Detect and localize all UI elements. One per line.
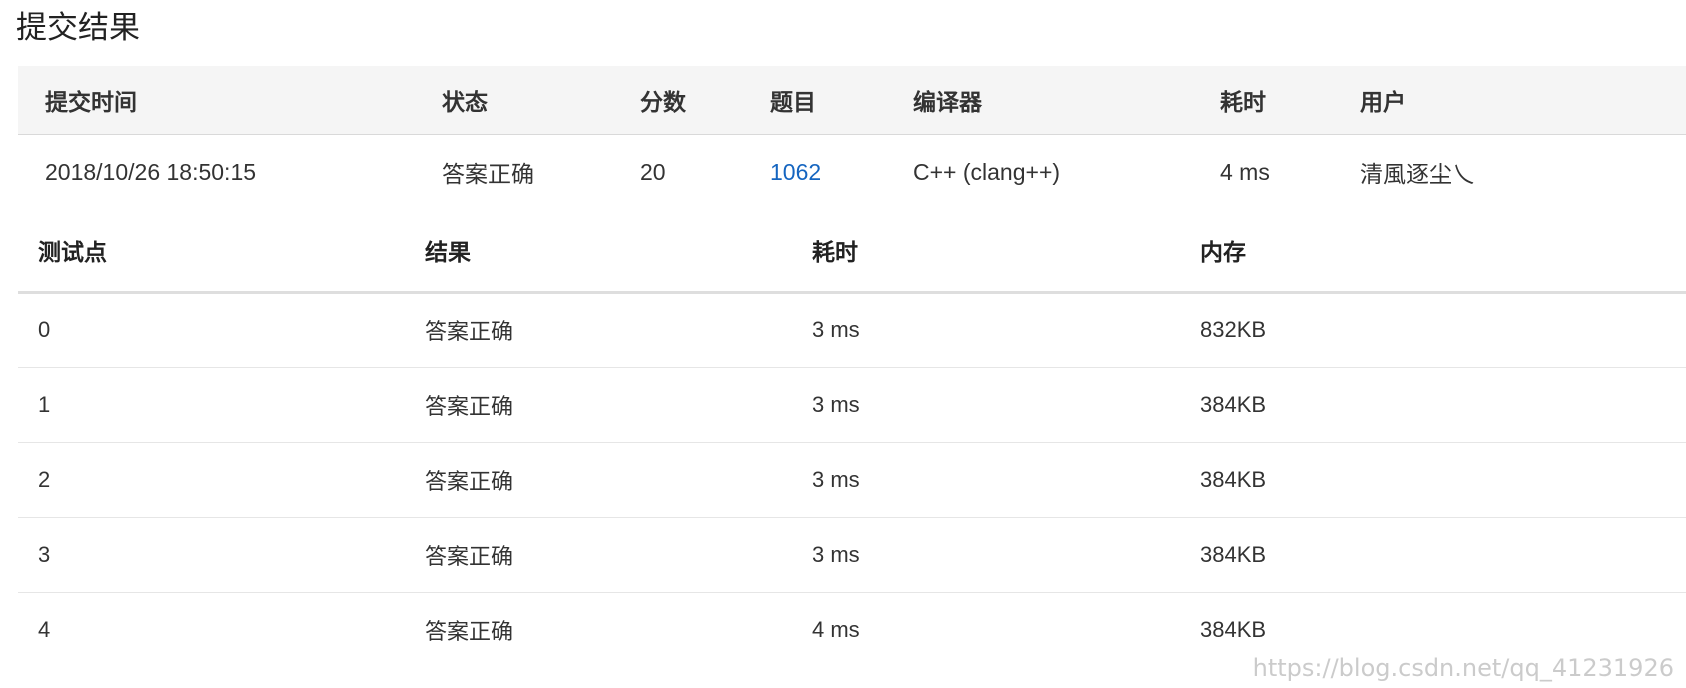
header-result: 结果 — [425, 210, 812, 294]
submission-compiler: C++ (clang++) — [913, 158, 1061, 185]
case-id: 2 — [38, 466, 51, 492]
case-id: 3 — [38, 541, 51, 567]
case-id: 0 — [38, 317, 51, 342]
submission-row: 2018/10/26 18:50:15 答案正确 20 1062 C++ (cl… — [18, 134, 1686, 210]
header-memory: 内存 — [1200, 210, 1686, 294]
case-result: 答案正确 — [425, 543, 514, 569]
header-score: 分数 — [640, 66, 770, 135]
header-problem: 题目 — [770, 66, 913, 135]
table-row: 2 答案正确 3 ms 384KB — [18, 442, 1686, 517]
case-elapsed: 3 ms — [812, 391, 860, 417]
case-id: 4 — [38, 616, 51, 642]
test-case-header-row: 测试点 结果 耗时 内存 — [18, 210, 1686, 294]
problem-link[interactable]: 1062 — [770, 159, 821, 185]
header-elapsed: 耗时 — [1220, 66, 1360, 135]
header-user: 用户 — [1360, 66, 1686, 135]
case-elapsed: 3 ms — [812, 317, 860, 342]
case-result: 答案正确 — [425, 319, 514, 344]
case-result: 答案正确 — [425, 468, 514, 494]
submission-user: 清風逐尘乀 — [1360, 161, 1475, 188]
submission-status: 答案正确 — [442, 161, 534, 188]
case-memory: 384KB — [1200, 541, 1267, 567]
submit-time: 2018/10/26 18:50:15 — [45, 158, 257, 185]
case-elapsed: 4 ms — [812, 616, 860, 642]
table-row: 0 答案正确 3 ms 832KB — [18, 292, 1686, 367]
table-row: 3 答案正确 3 ms 384KB — [18, 517, 1686, 592]
submission-table: 提交时间 状态 分数 题目 编译器 耗时 用户 2018/10/26 18:50… — [18, 66, 1686, 210]
header-submit-time: 提交时间 — [45, 66, 442, 135]
header-compiler: 编译器 — [913, 66, 1220, 135]
table-row: 1 答案正确 3 ms 384KB — [18, 367, 1686, 442]
submission-elapsed: 4 ms — [1220, 158, 1270, 185]
case-id: 1 — [38, 391, 51, 417]
watermark: https://blog.csdn.net/qq_41231926 — [1252, 654, 1674, 682]
header-test-case: 测试点 — [38, 210, 425, 294]
case-memory: 384KB — [1200, 466, 1267, 492]
case-result: 答案正确 — [425, 618, 514, 644]
case-memory: 384KB — [1200, 391, 1267, 417]
header-status: 状态 — [442, 66, 640, 135]
submission-score: 20 — [640, 158, 666, 185]
page-title: 提交结果 — [16, 10, 140, 45]
case-result: 答案正确 — [425, 393, 514, 419]
case-memory: 832KB — [1200, 317, 1267, 342]
case-elapsed: 3 ms — [812, 541, 860, 567]
test-case-table: 测试点 结果 耗时 内存 0 答案正确 3 ms 832KB 1 答案正确 3 … — [18, 210, 1686, 667]
case-elapsed: 3 ms — [812, 466, 860, 492]
header-case-elapsed: 耗时 — [812, 210, 1200, 294]
submission-header-row: 提交时间 状态 分数 题目 编译器 耗时 用户 — [18, 66, 1686, 135]
